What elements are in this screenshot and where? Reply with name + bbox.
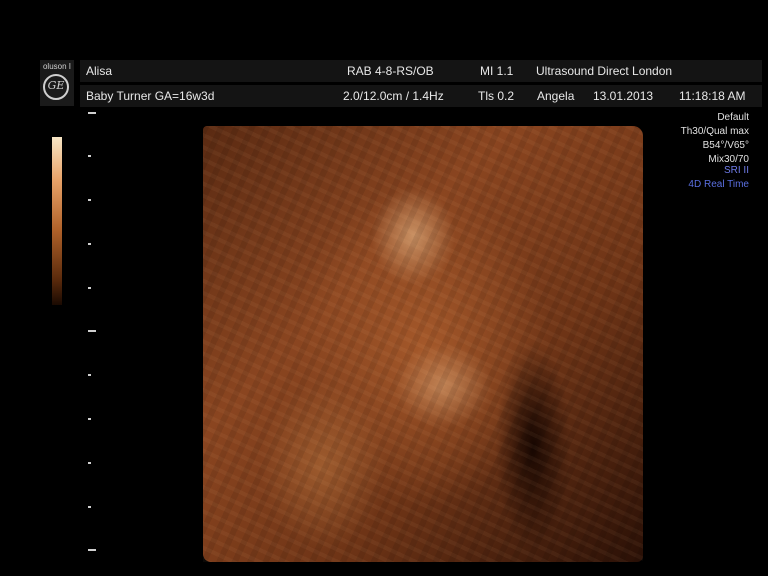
depth-tick-major	[88, 330, 96, 332]
thermal-index: Tls 0.2	[478, 89, 515, 103]
param-sri: SRI II	[723, 165, 749, 176]
depth-tick	[88, 462, 91, 464]
logo-symbol: GE	[47, 79, 65, 92]
clinic-name: Ultrasound Direct London	[536, 64, 673, 78]
operator-name: Angela	[537, 89, 575, 103]
ultrasound-screen: oluson I GE Alisa RAB 4-8-RS/OB MI 1.1 U…	[0, 0, 768, 576]
param-angles: B54°/V65°	[702, 140, 749, 151]
depth-tick	[88, 374, 91, 376]
param-threshold-quality: Th30/Qual max	[680, 126, 749, 137]
ge-logo-icon: GE	[43, 74, 69, 100]
depth-tick-major	[88, 112, 96, 114]
exam-date: 13.01.2013	[593, 89, 654, 103]
probe-label: RAB 4-8-RS/OB	[347, 64, 434, 78]
depth-tick	[88, 418, 91, 420]
param-mode: 4D Real Time	[688, 179, 749, 190]
exam-time: 11:18:18 AM	[679, 89, 746, 103]
param-preset: Default	[717, 112, 749, 123]
depth-tick	[88, 506, 91, 508]
patient-name: Alisa	[86, 64, 113, 78]
ge-logo: oluson I GE	[40, 60, 74, 106]
amber-gray-scale-bar	[52, 137, 62, 305]
depth-tick	[88, 199, 91, 201]
mechanical-index: MI 1.1	[480, 64, 514, 78]
fetal-4d-render	[203, 126, 643, 562]
depth-tick	[88, 287, 91, 289]
depth-tick	[88, 243, 91, 245]
logo-text: oluson I	[42, 62, 72, 71]
patient-info: Baby Turner GA=16w3d	[86, 89, 215, 103]
depth-tick	[88, 155, 91, 157]
depth-tick-major	[88, 549, 96, 551]
depth-frequency: 2.0/12.0cm / 1.4Hz	[343, 89, 444, 103]
